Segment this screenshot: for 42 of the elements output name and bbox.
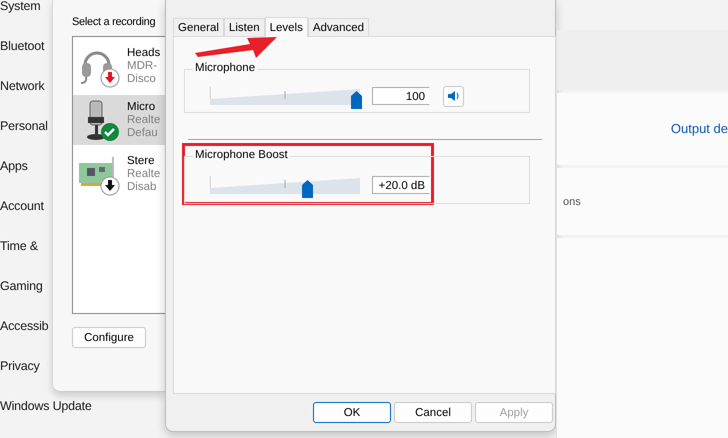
sidebar-item[interactable]: Account xyxy=(0,186,44,226)
configure-button[interactable]: Configure xyxy=(72,327,146,348)
setting-text: ons xyxy=(563,196,581,208)
speaker-button[interactable] xyxy=(443,86,464,106)
tab[interactable]: Listen xyxy=(224,18,265,36)
sidebar-item[interactable]: Windows Update xyxy=(0,386,92,426)
device-status: Disab xyxy=(127,180,158,194)
sidebar-item[interactable]: Gaming xyxy=(0,266,43,306)
tab[interactable]: Advanced xyxy=(308,18,370,36)
slider-thumb[interactable] xyxy=(351,91,362,109)
device-row[interactable]: Stere Realte Disab xyxy=(73,149,165,199)
sidebar-item[interactable]: System xyxy=(0,0,40,26)
device-name: Heads xyxy=(127,46,160,60)
device-status: Defau xyxy=(127,126,159,140)
sidebar-item[interactable]: Network xyxy=(0,66,44,106)
sidebar-item[interactable]: Apps xyxy=(0,146,28,186)
group-label: Microphone Boost xyxy=(193,149,290,161)
sidebar-item[interactable]: Personal xyxy=(0,106,48,146)
device-detail: Realte xyxy=(127,168,160,180)
device-name: Micro xyxy=(127,100,156,114)
output-link[interactable]: Output de xyxy=(670,121,728,136)
device-detail: Realte xyxy=(127,114,160,126)
sidebar-item[interactable]: Accessib xyxy=(0,306,48,346)
level-reading: +20.0 dB xyxy=(372,176,430,194)
dialog-button[interactable]: Cancel xyxy=(394,402,472,423)
sidebar-item[interactable]: Bluetoot xyxy=(0,26,44,66)
device-name: Stere xyxy=(127,154,156,168)
dialog-button[interactable]: OK xyxy=(313,402,391,423)
sidebar-item[interactable]: Time & xyxy=(0,226,38,266)
device-status: Disco xyxy=(127,72,157,86)
device-row[interactable]: Micro Realte Defau xyxy=(73,95,165,145)
microphone-icon xyxy=(87,100,105,140)
tab[interactable]: General xyxy=(173,18,224,36)
sidebar-item[interactable]: Privacy xyxy=(0,346,40,386)
tab[interactable]: Levels xyxy=(264,17,308,37)
list-prompt: Select a recording xyxy=(72,16,156,28)
device-row[interactable]: Heads MDR- Disco xyxy=(73,41,165,91)
slider-thumb[interactable] xyxy=(302,180,314,198)
device-detail: MDR- xyxy=(127,60,158,72)
level-reading: 100 xyxy=(372,87,430,105)
group-label: Microphone xyxy=(193,62,258,74)
speaker-icon xyxy=(447,90,460,102)
